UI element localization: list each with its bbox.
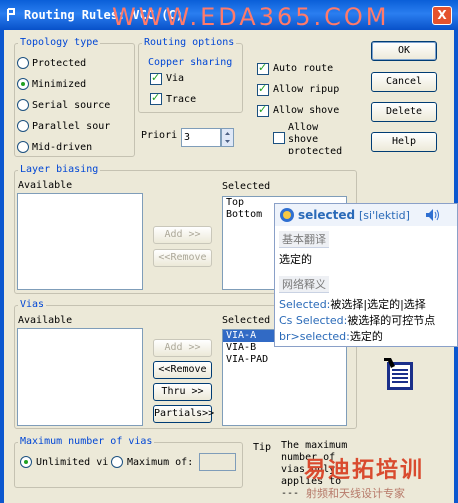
maximum-vias-radio[interactable] [111, 456, 123, 468]
vias-remove-button[interactable]: <<Remove [153, 361, 212, 379]
dictionary-logo-icon [280, 208, 294, 222]
cancel-button[interactable]: Cancel [371, 72, 437, 92]
delete-button[interactable]: Delete [371, 102, 437, 122]
topology-legend: Topology type [18, 37, 101, 48]
basic-translation-header: 基本翻译 [279, 231, 329, 248]
web-definition-header: 网络释义 [279, 276, 329, 293]
vias-legend: Vias [18, 299, 47, 310]
copper-sharing-legend: Copper sharing [146, 57, 235, 68]
close-button[interactable]: X [432, 6, 452, 25]
tip-label: Tip [253, 442, 272, 453]
maximum-vias-label: Maximum of: [127, 457, 194, 468]
priority-input[interactable]: 3 [181, 128, 221, 147]
basic-translation: 选定的 [279, 253, 312, 266]
layer-available-label: Available [18, 180, 73, 191]
layer-available-list[interactable] [17, 193, 143, 290]
topology-option-label: Parallel sour [32, 121, 111, 132]
allow-shove-protected-checkbox[interactable] [273, 132, 285, 144]
dictionary-popup[interactable]: selected [si'lektid] 基本翻译 选定的 网络释义 Selec… [274, 203, 458, 347]
allow-shove-protected-line-1: Allow [288, 122, 319, 133]
spinner-arrows-icon [225, 132, 230, 143]
vias-partials-button[interactable]: Partials>> [153, 405, 214, 423]
speaker-icon[interactable] [425, 208, 441, 222]
dictionary-word: selected [298, 208, 356, 222]
priority-label: Priori [141, 130, 178, 141]
trace-checkbox[interactable] [150, 91, 162, 105]
title-bar[interactable]: Routing Rules: VCC (C) WWW.EDA365.COM X [0, 0, 458, 31]
vias-available-label: Available [18, 315, 73, 326]
allow-shove-label: Allow shove [273, 105, 340, 116]
auto-route-label: Auto route [273, 63, 334, 74]
maximum-vias-input[interactable] [199, 453, 236, 471]
tip-line-1: The maximum [281, 440, 348, 451]
list-item[interactable]: VIA-PAD [223, 354, 346, 366]
ok-button[interactable]: OK [371, 41, 437, 61]
help-button[interactable]: Help [371, 132, 437, 152]
via-label: Via [166, 73, 185, 84]
web-entry: Cs Selected:被选择的可控节点 [279, 314, 436, 327]
topology-option-label: Serial source [32, 100, 111, 111]
topology-radio-serial-source[interactable] [17, 99, 29, 111]
footer-watermark-slogan: 射频和天线设计专家 [306, 487, 405, 500]
via-checkbox[interactable] [150, 71, 162, 85]
topology-radio-parallel-sour[interactable] [17, 120, 29, 132]
dictionary-phonetic: [si'lektid] [359, 209, 410, 222]
web-entry: Selected:被选择|选定的|选择 [279, 298, 426, 311]
layer-add-button[interactable]: Add >> [153, 226, 212, 244]
app-icon [7, 8, 15, 21]
allow-shove-checkbox[interactable] [257, 103, 269, 117]
layer-selected-label: Selected [222, 181, 271, 192]
vias-add-button[interactable]: Add >> [153, 339, 212, 357]
web-definitions: Selected:被选择|选定的|选择 Cs Selected:被选择的可控节点… [279, 297, 435, 345]
topology-option-label: Protected [32, 58, 87, 69]
topology-radio-mid-driven[interactable] [17, 141, 29, 153]
vias-selected-label: Selected [222, 315, 271, 326]
unlimited-vias-label: Unlimited vi [36, 457, 109, 468]
layer-biasing-legend: Layer biasing [18, 164, 101, 175]
title-watermark: WWW.EDA365.COM [112, 3, 390, 31]
allow-shove-protected-line-2: shove [288, 134, 319, 145]
auto-route-checkbox[interactable] [257, 61, 269, 75]
vias-thru-button[interactable]: Thru >> [153, 383, 212, 401]
routing-options-legend: Routing options [142, 37, 237, 48]
trace-label: Trace [166, 94, 197, 105]
topology-option-label: Mid-driven [32, 142, 93, 153]
vias-available-list[interactable] [17, 328, 143, 426]
allow-ripup-checkbox[interactable] [257, 82, 269, 96]
footer-watermark-brand: 易迪拓培训 [304, 458, 425, 483]
priority-spinner[interactable] [221, 128, 234, 147]
topology-radio-protected[interactable] [17, 57, 29, 69]
topology-radio-minimized[interactable] [17, 78, 29, 90]
allow-ripup-label: Allow ripup [273, 84, 340, 95]
unlimited-vias-radio[interactable] [20, 456, 32, 468]
web-entry: br>selected:选定的 [279, 330, 383, 343]
layer-remove-button[interactable]: <<Remove [153, 249, 212, 267]
topology-option-label: Minimized [32, 79, 87, 90]
max-vias-legend: Maximum number of vias [18, 436, 155, 447]
via-illustration-icon [384, 358, 413, 390]
window-border-left [0, 30, 4, 503]
allow-shove-protected-line-3: protected [288, 146, 343, 154]
